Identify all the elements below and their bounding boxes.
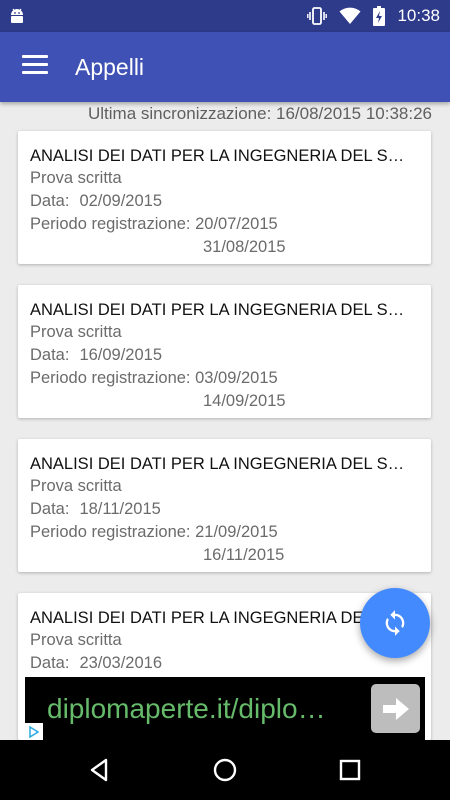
app-bar: Appelli: [0, 32, 450, 102]
registration-end: 14/09/2015: [203, 392, 286, 410]
exam-date-row: Data: 23/03/2016: [30, 652, 419, 675]
exam-date: 16/09/2015: [79, 346, 163, 364]
sync-icon: [385, 610, 405, 636]
registration-start: 20/07/2015: [195, 215, 278, 233]
exam-title: ANALISI DEI DATI PER LA INGEGNERIA DEL S…: [30, 609, 415, 627]
navigation-bar: [0, 740, 450, 800]
registration-label: Periodo registrazione:: [30, 523, 191, 541]
page-title: Appelli: [75, 54, 145, 80]
exam-title: ANALISI DEI DATI PER LA INGEGNERIA DEL S…: [30, 455, 415, 473]
exam-title: ANALISI DEI DATI PER LA INGEGNERIA DEL S…: [30, 147, 415, 165]
registration-end: 31/08/2015: [203, 238, 286, 256]
exam-card[interactable]: ANALISI DEI DATI PER LA INGEGNERIA DEL S…: [18, 285, 431, 418]
sync-button[interactable]: [360, 588, 430, 658]
last-sync-text: Ultima sincronizzazione: 16/08/2015 10:3…: [88, 104, 432, 123]
exam-date-label: Data:: [30, 346, 70, 364]
registration-row: Periodo registrazione: 03/09/2015: [30, 367, 419, 390]
ad-text[interactable]: diplomaperte.it/diplo…: [47, 693, 326, 725]
registration-start: 03/09/2015: [195, 369, 278, 387]
wifi-icon: [339, 7, 361, 24]
exam-date-label: Data:: [30, 654, 70, 672]
exam-card[interactable]: ANALISI DEI DATI PER LA INGEGNERIA DEL S…: [18, 439, 431, 572]
exam-date: 02/09/2015: [79, 192, 163, 210]
exam-title: ANALISI DEI DATI PER LA INGEGNERIA DEL S…: [30, 301, 415, 319]
exam-date: 23/03/2016: [79, 654, 163, 672]
registration-row: Periodo registrazione: 21/09/2015: [30, 521, 419, 544]
hamburger-menu-icon[interactable]: [22, 55, 48, 77]
battery-icon: [373, 6, 386, 26]
exam-date-label: Data:: [30, 500, 70, 518]
android-icon: [11, 8, 23, 23]
registration-row: Periodo registrazione: 20/07/2015: [30, 213, 419, 236]
exam-date-row: Data: 16/09/2015: [30, 344, 419, 367]
exam-date-row: Data: 18/11/2015: [30, 498, 419, 521]
registration-start: 21/09/2015: [195, 523, 278, 541]
registration-end: 16/11/2015: [203, 546, 285, 564]
exam-date: 18/11/2015: [79, 500, 161, 518]
exam-type: Prova scritta: [30, 477, 122, 495]
exam-type: Prova scritta: [30, 323, 122, 341]
arrow-right-icon[interactable]: [371, 684, 420, 733]
registration-label: Periodo registrazione:: [30, 369, 191, 387]
exam-date-row: Data: 02/09/2015: [30, 190, 419, 213]
status-time: 10:38: [397, 6, 440, 25]
exam-date-label: Data:: [30, 192, 70, 210]
adchoices-icon[interactable]: [25, 723, 43, 740]
status-bar: 10:38: [0, 0, 450, 32]
back-icon[interactable]: [85, 755, 115, 785]
registration-label: Periodo registrazione:: [30, 215, 191, 233]
vibrate-icon: [307, 7, 328, 25]
recents-icon[interactable]: [335, 755, 365, 785]
exam-card[interactable]: ANALISI DEI DATI PER LA INGEGNERIA DEL S…: [18, 131, 431, 264]
ad-banner[interactable]: diplomaperte.it/diplo…: [25, 677, 425, 740]
exam-type: Prova scritta: [30, 169, 122, 187]
home-icon[interactable]: [210, 755, 240, 785]
